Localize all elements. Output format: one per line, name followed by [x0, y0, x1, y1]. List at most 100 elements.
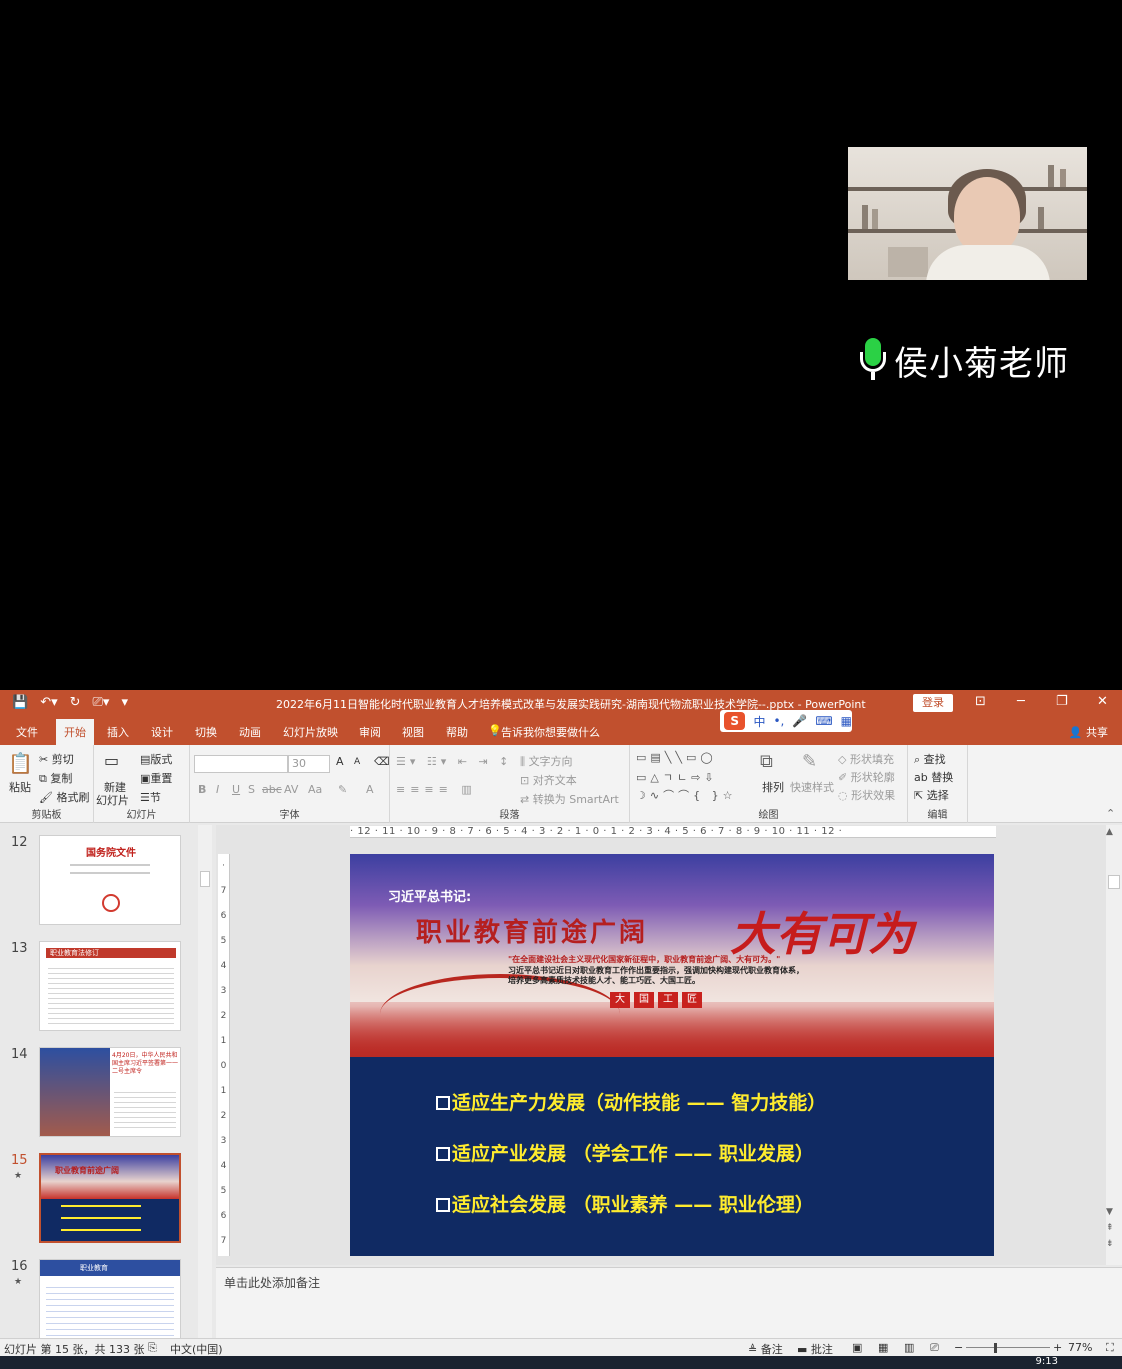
thumbnail-12[interactable]: 12 国务院文件: [0, 835, 198, 935]
ime-mode[interactable]: 中: [753, 713, 765, 730]
tab-review[interactable]: 审阅: [359, 724, 381, 740]
slideshow-icon[interactable]: ⎚: [930, 1341, 939, 1355]
scrollbar-thumb[interactable]: [200, 871, 210, 887]
shadow-button[interactable]: S: [248, 783, 255, 796]
shape-outline-button[interactable]: ✐ 形状轮廓: [838, 769, 895, 785]
save-icon[interactable]: 💾: [12, 695, 28, 710]
text-direction-button[interactable]: ⫼ 文字方向: [520, 753, 573, 769]
find-button[interactable]: ⌕ 查找: [914, 751, 946, 767]
paste-icon[interactable]: 📋: [8, 751, 33, 775]
share-button[interactable]: 👤 共享: [1069, 724, 1108, 740]
arrange-button[interactable]: 排列: [762, 779, 784, 795]
tab-view[interactable]: 视图: [402, 724, 424, 740]
smartart-button[interactable]: ⇄ 转换为 SmartArt: [520, 791, 619, 807]
zoom-slider-thumb[interactable]: [994, 1343, 997, 1353]
ribbon-display-icon[interactable]: ⊡: [975, 694, 986, 709]
slide-sorter-icon[interactable]: ▦: [878, 1341, 888, 1354]
reset-button[interactable]: ▣重置: [140, 770, 172, 786]
shape-fill-button[interactable]: ◇ 形状填充: [838, 751, 894, 767]
tab-slideshow[interactable]: 幻灯片放映: [283, 724, 338, 740]
list-buttons-icon[interactable]: ☰▾ ☷▾ ⇤ ⇥ ↕: [396, 755, 512, 768]
italic-button[interactable]: I: [216, 783, 219, 796]
thumbnail-14[interactable]: 14 4月20日，中华人民共和国主席习近平签署第一一二号主席令: [0, 1047, 198, 1147]
format-painter-button[interactable]: 🖌 格式刷: [39, 789, 89, 805]
ime-grid-icon[interactable]: ▦: [841, 714, 852, 728]
comments-toggle[interactable]: ▬ 批注: [797, 1341, 833, 1357]
restore-button[interactable]: ❐: [1056, 694, 1068, 709]
current-slide[interactable]: 习近平总书记: 职业教育前途广阔 大有可为 "在全面建设社会主义现代化国家新征程…: [350, 854, 994, 1256]
cut-button[interactable]: ✂ 剪切: [39, 751, 74, 767]
highlight-icon[interactable]: ✎: [338, 783, 347, 796]
strikethrough-button[interactable]: abc: [262, 783, 282, 796]
login-button[interactable]: 登录: [913, 694, 953, 712]
slide-bullet[interactable]: 适应社会发展 （职业素养 —— 职业伦理）: [436, 1190, 814, 1217]
editor-scrollbar[interactable]: ▲ ▼ ⇞ ⇟: [1106, 825, 1122, 1265]
close-button[interactable]: ✕: [1097, 694, 1108, 709]
char-spacing-button[interactable]: AV: [284, 783, 298, 796]
tab-file[interactable]: 文件: [16, 724, 38, 740]
tab-design[interactable]: 设计: [151, 724, 173, 740]
font-color-button[interactable]: A: [366, 783, 374, 796]
participant-video-tile[interactable]: [848, 147, 1087, 280]
grow-font-button[interactable]: A: [336, 755, 344, 768]
select-button[interactable]: ⇱ 选择: [914, 787, 949, 803]
scroll-up-icon[interactable]: ▲: [1106, 827, 1113, 837]
reading-view-icon[interactable]: ▥: [904, 1341, 914, 1354]
present-icon[interactable]: ⎚▾: [93, 695, 110, 710]
thumbnail-image[interactable]: 职业教育: [39, 1259, 181, 1338]
thumbnail-image[interactable]: 国务院文件: [39, 835, 181, 925]
arrange-icon[interactable]: ⧉: [760, 751, 773, 772]
zoom-level[interactable]: 77%: [1068, 1341, 1092, 1354]
collapse-ribbon-icon[interactable]: ⌃: [1106, 807, 1115, 820]
scroll-down-icon[interactable]: ▼: [1106, 1207, 1113, 1217]
ime-toolbar[interactable]: S 中 •, 🎤 ⌨ ▦: [720, 710, 852, 732]
thumbnail-scrollbar[interactable]: [198, 825, 212, 1338]
slide-bullet[interactable]: 适应产业发展 （学会工作 —— 职业发展）: [436, 1139, 814, 1166]
shapes-gallery-row1[interactable]: ▭▤╲╲▭◯: [636, 751, 717, 764]
tab-animations[interactable]: 动画: [239, 724, 261, 740]
sogou-logo-icon[interactable]: S: [724, 712, 746, 730]
copy-button[interactable]: ⧉ 复制: [39, 770, 72, 786]
shapes-gallery-row2[interactable]: ▭△ㄱㄴ⇨⇩: [636, 769, 718, 785]
spellcheck-icon[interactable]: ⎘: [148, 1341, 157, 1355]
font-name-field[interactable]: [194, 755, 288, 773]
thumbnail-image[interactable]: 职业教育法修订: [39, 941, 181, 1031]
replace-button[interactable]: ab 替换: [914, 769, 953, 785]
new-slide-icon[interactable]: ▭: [104, 751, 119, 770]
tab-transitions[interactable]: 切换: [195, 724, 217, 740]
zoom-slider[interactable]: [966, 1347, 1050, 1348]
font-size-field[interactable]: 30: [288, 755, 330, 773]
normal-view-icon[interactable]: ▣: [852, 1341, 862, 1354]
slide-bullet[interactable]: 适应生产力发展（动作技能 —— 智力技能）: [436, 1088, 826, 1115]
paste-button[interactable]: 粘贴: [9, 779, 31, 795]
redo-icon[interactable]: ↻: [70, 695, 81, 710]
scrollbar-thumb[interactable]: [1108, 875, 1120, 889]
thumbnail-15[interactable]: 15 ★ 职业教育前途广阔: [0, 1153, 198, 1253]
quick-styles-button[interactable]: 快速样式: [790, 779, 834, 795]
thumbnail-image[interactable]: 职业教育前途广阔: [39, 1153, 181, 1243]
alignment-buttons-icon[interactable]: ≡≡≡≡ ▥: [396, 783, 477, 796]
notes-pane[interactable]: 单击此处添加备注: [216, 1267, 1122, 1338]
tab-insert[interactable]: 插入: [107, 724, 129, 740]
language-indicator[interactable]: 中文(中国): [170, 1341, 223, 1357]
minimize-button[interactable]: ─: [1017, 694, 1025, 709]
layout-button[interactable]: ▤版式: [140, 751, 172, 767]
ime-voice-icon[interactable]: 🎤: [792, 714, 807, 728]
undo-icon[interactable]: ↶▾: [40, 695, 57, 710]
thumbnail-image[interactable]: 4月20日，中华人民共和国主席习近平签署第一一二号主席令: [39, 1047, 181, 1137]
zoom-out-button[interactable]: −: [954, 1341, 963, 1354]
tell-me-search[interactable]: 告诉我你想要做什么: [501, 724, 600, 740]
section-button[interactable]: ☰节: [140, 789, 161, 805]
notes-placeholder[interactable]: 单击此处添加备注: [224, 1274, 320, 1291]
previous-slide-icon[interactable]: ⇞: [1106, 1223, 1114, 1233]
shrink-font-button[interactable]: A: [354, 757, 360, 767]
zoom-in-button[interactable]: +: [1053, 1341, 1062, 1354]
bold-button[interactable]: B: [198, 783, 206, 796]
fit-slide-icon[interactable]: ⛶: [1106, 1341, 1114, 1355]
ime-keyboard-icon[interactable]: ⌨: [815, 714, 832, 728]
thumbnail-13[interactable]: 13 职业教育法修订: [0, 941, 198, 1041]
tab-help[interactable]: 帮助: [446, 724, 468, 740]
next-slide-icon[interactable]: ⇟: [1106, 1239, 1114, 1249]
tab-home[interactable]: 开始: [56, 719, 94, 745]
shapes-gallery-row3[interactable]: ☽∿⌒⌒{ }☆: [636, 787, 736, 803]
